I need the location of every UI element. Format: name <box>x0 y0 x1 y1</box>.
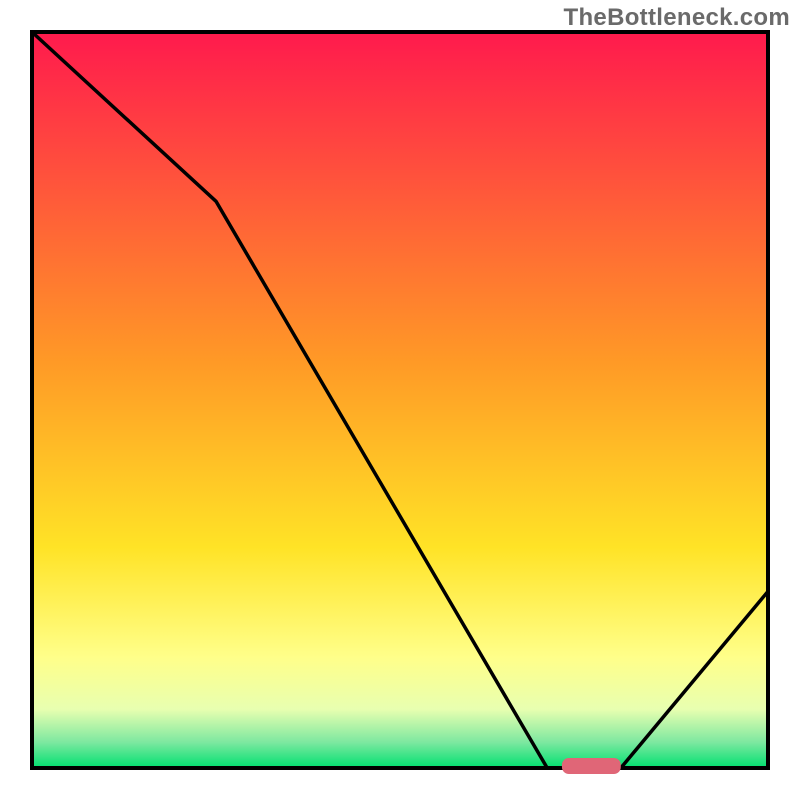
bottleneck-chart <box>0 0 800 800</box>
chart-container: TheBottleneck.com <box>0 0 800 800</box>
watermark-text: TheBottleneck.com <box>564 4 790 32</box>
optimum-marker <box>562 758 621 774</box>
plot-background <box>32 32 768 768</box>
